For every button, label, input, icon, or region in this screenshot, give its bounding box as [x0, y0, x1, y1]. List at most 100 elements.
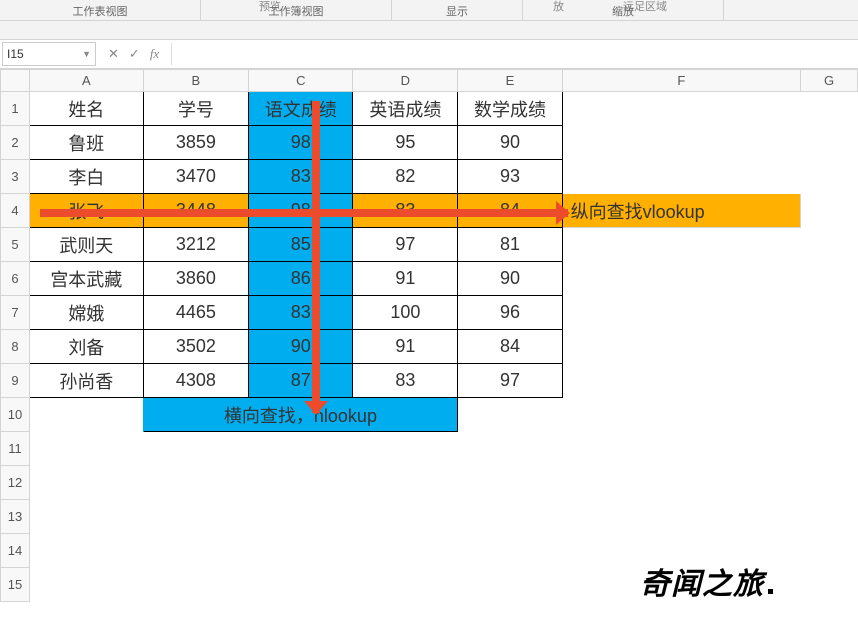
- cell-b1[interactable]: 学号: [143, 92, 249, 126]
- cell-b3[interactable]: 3470: [143, 160, 249, 194]
- cell-d1[interactable]: 英语成绩: [353, 92, 458, 126]
- cell-f2[interactable]: [562, 126, 801, 160]
- cell-c8[interactable]: 90: [249, 330, 353, 364]
- cell-a3[interactable]: 李白: [30, 160, 144, 194]
- row-header[interactable]: 8: [1, 330, 30, 364]
- cell-b6[interactable]: 3860: [143, 262, 249, 296]
- cell-c9[interactable]: 87: [249, 364, 353, 398]
- cell-f6[interactable]: [562, 262, 801, 296]
- cell-b9[interactable]: 4308: [143, 364, 249, 398]
- formula-bar-row: I15 ▼ ✕ ✓ fx: [0, 40, 858, 69]
- cell-g8[interactable]: [801, 330, 858, 364]
- cell-d6[interactable]: 91: [353, 262, 458, 296]
- col-header-g[interactable]: G: [801, 70, 858, 92]
- cell-f1[interactable]: [562, 92, 801, 126]
- col-header-c[interactable]: C: [249, 70, 353, 92]
- col-header-e[interactable]: E: [458, 70, 562, 92]
- formula-input[interactable]: [171, 43, 858, 65]
- cell-g3[interactable]: [801, 160, 858, 194]
- name-box[interactable]: I15 ▼: [2, 42, 96, 66]
- cell-f8[interactable]: [562, 330, 801, 364]
- ribbon-spacer: [0, 21, 858, 40]
- ribbon-group-show[interactable]: 显示: [392, 0, 523, 20]
- row-header[interactable]: 1: [1, 92, 30, 126]
- cell-c7[interactable]: 83: [249, 296, 353, 330]
- cell-f9[interactable]: [562, 364, 801, 398]
- row-header[interactable]: 5: [1, 228, 30, 262]
- cell-f5[interactable]: [562, 228, 801, 262]
- cell-c6[interactable]: 86: [249, 262, 353, 296]
- ribbon-group-sheet-view[interactable]: 工作表视图: [0, 0, 201, 20]
- cell-a9[interactable]: 孙尚香: [30, 364, 144, 398]
- col-header-d[interactable]: D: [353, 70, 458, 92]
- cell-b7[interactable]: 4465: [143, 296, 249, 330]
- row-header[interactable]: 7: [1, 296, 30, 330]
- cell-g1[interactable]: [801, 92, 858, 126]
- cell-c1[interactable]: 语文成绩: [249, 92, 353, 126]
- row-header[interactable]: 11: [1, 432, 30, 466]
- cell-a5[interactable]: 武则天: [30, 228, 144, 262]
- cell-hlookup-label[interactable]: 横向查找，hlookup: [143, 398, 458, 432]
- select-all-corner[interactable]: [1, 70, 30, 92]
- row-header[interactable]: 3: [1, 160, 30, 194]
- cancel-icon[interactable]: ✕: [108, 46, 119, 62]
- cell-e6[interactable]: 90: [458, 262, 562, 296]
- cell-e7[interactable]: 96: [458, 296, 562, 330]
- cell-e8[interactable]: 84: [458, 330, 562, 364]
- cell-b2[interactable]: 3859: [143, 126, 249, 160]
- row-header[interactable]: 4: [1, 194, 30, 228]
- cell-d5[interactable]: 97: [353, 228, 458, 262]
- cell-c3[interactable]: 83: [249, 160, 353, 194]
- cell-d2[interactable]: 95: [353, 126, 458, 160]
- ribbon-group-workbook-view[interactable]: 预览 工作簿视图: [201, 0, 392, 20]
- cell-f4[interactable]: 纵向查找vlookup: [562, 194, 801, 228]
- cell-e10[interactable]: [458, 398, 562, 432]
- col-header-f[interactable]: F: [562, 70, 801, 92]
- cell-c2[interactable]: 98: [249, 126, 353, 160]
- cell-f7[interactable]: [562, 296, 801, 330]
- cell-b8[interactable]: 3502: [143, 330, 249, 364]
- row-header[interactable]: 14: [1, 534, 30, 568]
- chevron-down-icon[interactable]: ▼: [82, 49, 91, 59]
- cell-d3[interactable]: 82: [353, 160, 458, 194]
- cell-g10[interactable]: [801, 398, 858, 432]
- cell-b5[interactable]: 3212: [143, 228, 249, 262]
- cell-f3[interactable]: [562, 160, 801, 194]
- cell-d8[interactable]: 91: [353, 330, 458, 364]
- ribbon-group-zoom[interactable]: 放 远足区域 缩放: [523, 0, 724, 20]
- row-header[interactable]: 13: [1, 500, 30, 534]
- cell-e1[interactable]: 数学成绩: [458, 92, 562, 126]
- row-header[interactable]: 12: [1, 466, 30, 500]
- cell-e9[interactable]: 97: [458, 364, 562, 398]
- cell-g6[interactable]: [801, 262, 858, 296]
- cell-a8[interactable]: 刘备: [30, 330, 144, 364]
- cell-a7[interactable]: 嫦娥: [30, 296, 144, 330]
- cell-g2[interactable]: [801, 126, 858, 160]
- cell-e3[interactable]: 93: [458, 160, 562, 194]
- row-header[interactable]: 6: [1, 262, 30, 296]
- cell-g5[interactable]: [801, 228, 858, 262]
- cell-g9[interactable]: [801, 364, 858, 398]
- cell-g4[interactable]: [801, 194, 858, 228]
- cell-f10[interactable]: [562, 398, 801, 432]
- fx-icon[interactable]: fx: [150, 46, 159, 62]
- cell-g7[interactable]: [801, 296, 858, 330]
- col-header-b[interactable]: B: [143, 70, 249, 92]
- row-header[interactable]: 10: [1, 398, 30, 432]
- cell-e2[interactable]: 90: [458, 126, 562, 160]
- col-header-a[interactable]: A: [30, 70, 144, 92]
- cell-a10[interactable]: [30, 398, 144, 432]
- arrow-down-icon: [312, 101, 320, 413]
- cell-c5[interactable]: 85: [249, 228, 353, 262]
- row-header[interactable]: 9: [1, 364, 30, 398]
- cell-a2[interactable]: 鲁班: [30, 126, 144, 160]
- row-header[interactable]: 2: [1, 126, 30, 160]
- row-header[interactable]: 15: [1, 568, 30, 602]
- grid[interactable]: A B C D E F G 1 姓名 学号 语文成绩 英语成绩 数学成绩 2 鲁…: [0, 69, 858, 602]
- cell-a6[interactable]: 宫本武藏: [30, 262, 144, 296]
- cell-d9[interactable]: 83: [353, 364, 458, 398]
- cell-e5[interactable]: 81: [458, 228, 562, 262]
- cell-d7[interactable]: 100: [353, 296, 458, 330]
- enter-icon[interactable]: ✓: [129, 46, 140, 62]
- cell-a1[interactable]: 姓名: [30, 92, 144, 126]
